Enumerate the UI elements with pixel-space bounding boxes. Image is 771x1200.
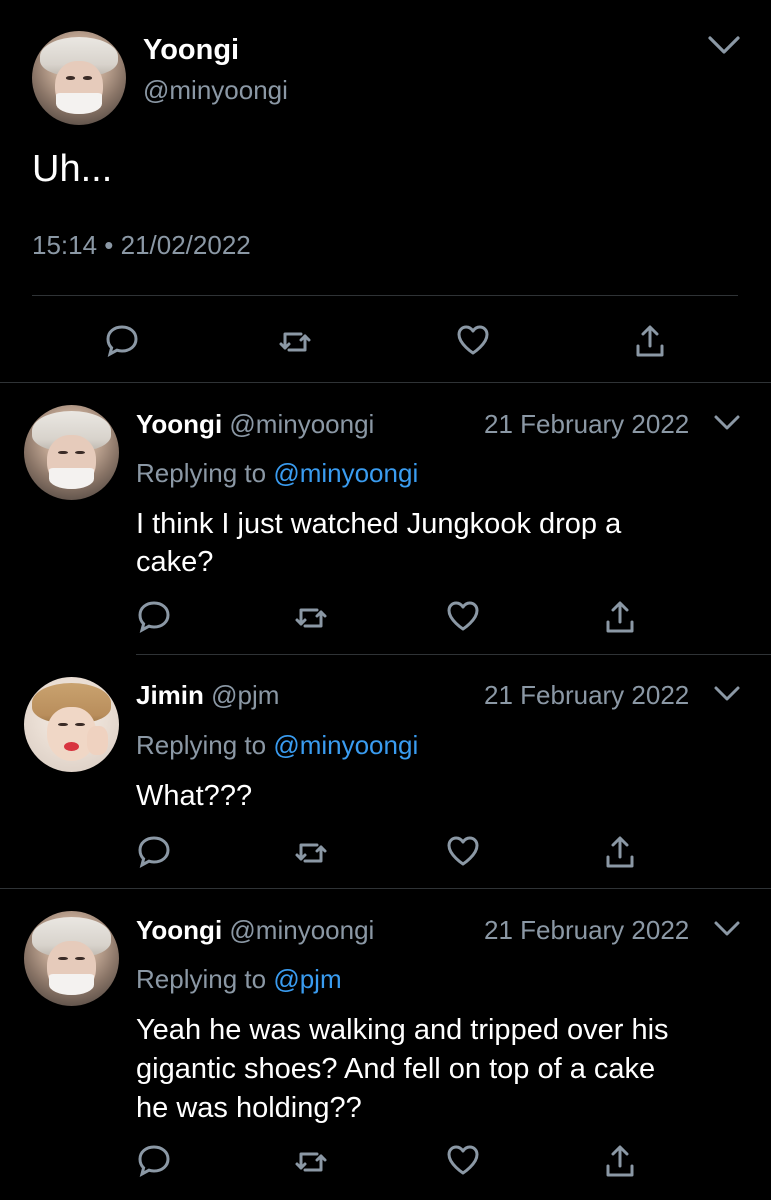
chevron-down-icon[interactable] — [712, 683, 742, 705]
avatar[interactable] — [32, 31, 126, 125]
tweet-text-line: gigantic shoes? And fell on top of a cak… — [136, 1053, 656, 1085]
tweet-text-line: I think I just watched Jungkook drop a — [136, 508, 622, 540]
tweet-timestamp[interactable]: 15:14 • 21/02/2022 — [32, 230, 251, 261]
share-icon[interactable] — [600, 598, 640, 638]
heart-icon[interactable] — [443, 831, 483, 871]
tweet-date[interactable]: 21 February 2022 — [484, 680, 689, 711]
heart-icon[interactable] — [453, 320, 493, 360]
replying-to-label: Replying to — [136, 730, 274, 760]
author-name[interactable]: Yoongi — [136, 409, 222, 439]
retweet-icon[interactable] — [291, 833, 331, 873]
tweet-text-line: Yeah he was walking and tripped over his — [136, 1014, 669, 1046]
author-handle[interactable]: @minyoongi — [229, 409, 374, 439]
chevron-down-icon[interactable] — [712, 412, 742, 434]
tweet-date[interactable]: 21 February 2022 — [484, 409, 689, 440]
tweet-date[interactable]: 21 February 2022 — [484, 915, 689, 946]
tweet-text-line: he was holding?? — [136, 1092, 362, 1124]
chevron-down-icon[interactable] — [712, 918, 742, 940]
author-name[interactable]: Yoongi — [143, 34, 239, 67]
avatar[interactable] — [24, 405, 119, 500]
reply-icon[interactable] — [134, 1140, 174, 1180]
author-name[interactable]: Jimin — [136, 680, 204, 710]
tweet-text-line: What??? — [136, 780, 253, 812]
retweet-icon[interactable] — [275, 322, 315, 362]
author-name[interactable]: Yoongi — [136, 915, 222, 945]
share-icon[interactable] — [600, 833, 640, 873]
author-handle[interactable]: @minyoongi — [143, 75, 288, 106]
author-handle[interactable]: @pjm — [211, 680, 279, 710]
author-handle[interactable]: @minyoongi — [229, 915, 374, 945]
reply-icon[interactable] — [102, 320, 142, 360]
divider — [0, 382, 771, 383]
replying-to-handle[interactable]: @pjm — [273, 964, 341, 994]
replying-to-handle[interactable]: @minyoongi — [273, 458, 418, 488]
divider — [136, 654, 771, 655]
share-icon[interactable] — [600, 1142, 640, 1182]
chevron-down-icon[interactable] — [706, 33, 742, 57]
divider — [32, 295, 738, 296]
tweet-text: Uh... — [32, 148, 113, 190]
avatar[interactable] — [24, 677, 119, 772]
tweet-text-line: cake? — [136, 546, 214, 578]
reply-icon[interactable] — [134, 831, 174, 871]
share-icon[interactable] — [630, 322, 670, 362]
retweet-icon[interactable] — [291, 1142, 331, 1182]
reply-icon[interactable] — [134, 596, 174, 636]
retweet-icon[interactable] — [291, 598, 331, 638]
divider — [0, 888, 771, 889]
replying-to-handle[interactable]: @minyoongi — [273, 730, 418, 760]
replying-to-label: Replying to — [136, 964, 274, 994]
heart-icon[interactable] — [443, 1140, 483, 1180]
avatar[interactable] — [24, 911, 119, 1006]
heart-icon[interactable] — [443, 596, 483, 636]
replying-to-label: Replying to — [136, 458, 274, 488]
